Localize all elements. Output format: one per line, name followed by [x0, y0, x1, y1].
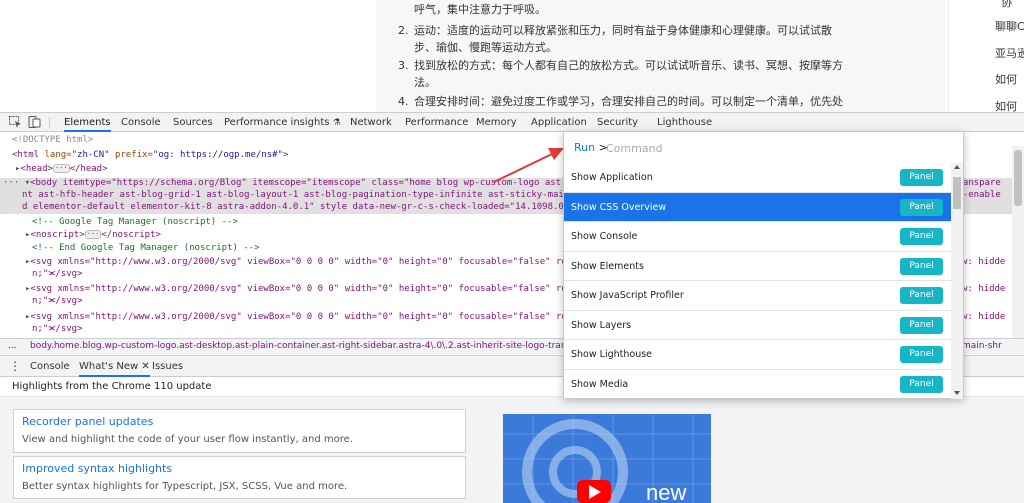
toolbar-separator — [49, 117, 50, 128]
drawer-tab-issues[interactable]: Issues — [152, 356, 183, 377]
command-item[interactable]: Show Elements Panel — [564, 252, 951, 281]
sidebar-link[interactable]: 如何 — [995, 98, 1017, 112]
sidebar-link[interactable]: 亚马逊 — [995, 45, 1024, 61]
dom-comment[interactable]: <!-- Google Tag Manager (noscript) --> — [32, 217, 238, 228]
command-item[interactable]: Show Media Panel — [564, 370, 951, 400]
tab-security[interactable]: Security — [597, 113, 638, 132]
tab-elements[interactable]: Elements — [64, 113, 111, 132]
tab-console[interactable]: Console — [121, 113, 161, 132]
dom-svg-node[interactable]: ▸<svg xmlns="http://www.w3.org/2000/svg"… — [25, 312, 583, 323]
article-line: 4. 合理安排时间：避免过度工作或学习，合理安排自己的时间。可以制定一个清单，优先… — [398, 95, 843, 108]
tab-lighthouse[interactable]: Lighthouse — [657, 113, 712, 132]
devtools-tabbar: Elements Console Sources Performance ins… — [0, 112, 1024, 132]
panel-badge: Panel — [900, 257, 943, 275]
dom-svg-node[interactable]: ▸<svg xmlns="http://www.w3.org/2000/svg"… — [25, 284, 583, 295]
card-description: View and highlight the code of your user… — [22, 434, 353, 445]
panel-badge: Panel — [900, 169, 943, 186]
panel-badge: Panel — [900, 198, 943, 216]
dom-svg-overflow: w: hidde — [962, 257, 1006, 267]
dom-body-node-cont: d elementor-default elementor-kit-8 astr… — [22, 202, 581, 212]
sidebar-link[interactable]: 聊聊C — [995, 18, 1024, 34]
command-item[interactable]: Show Lighthouse Panel — [564, 340, 951, 370]
elements-scrollbar[interactable] — [1012, 146, 1024, 338]
ellipsis-icon: ··· ▾ — [3, 178, 31, 188]
dom-noscript-node[interactable]: ▸<noscript> ··· </noscript> — [25, 230, 161, 241]
panel-badge: Panel — [900, 375, 943, 393]
command-item[interactable]: Show JavaScript Profiler Panel — [564, 281, 951, 311]
ellipsis-icon[interactable]: ··· — [84, 230, 102, 239]
dom-svg-close: </svg> — [50, 324, 83, 334]
command-menu: Run > Show Application Panel Show CSS Ov… — [563, 131, 964, 399]
whats-new-card[interactable]: Recorder panel updates View and highligh… — [13, 409, 466, 453]
drawer-tab-whats-new[interactable]: What's New ✕ — [79, 356, 150, 377]
drawer-menu-icon[interactable]: ⋮ — [9, 356, 21, 377]
command-input[interactable] — [606, 140, 906, 156]
card-title-link[interactable]: Improved syntax highlights — [22, 461, 457, 477]
whats-new-video-thumbnail[interactable]: new — [503, 414, 711, 503]
dom-head-node[interactable]: ▸<head> ··· </head> — [15, 164, 108, 175]
command-item-selected[interactable]: Show CSS Overview Panel — [564, 192, 951, 222]
panel-badge: Panel — [900, 287, 943, 304]
article-line: 呼气，集中注意力于呼吸。 — [414, 3, 546, 16]
dom-comment[interactable]: <!-- End Google Tag Manager (noscript) -… — [32, 243, 260, 254]
sidebar-link[interactable]: 协 — [1001, 0, 1012, 10]
command-list-scrollbar[interactable] — [951, 163, 963, 399]
card-description: Better syntax highlights for Typescript,… — [22, 481, 348, 492]
dom-doctype[interactable]: <!DOCTYPE html> — [12, 135, 93, 146]
panel-badge: Panel — [900, 228, 943, 245]
breadcrumb-next[interactable]: main-shr — [960, 339, 1002, 354]
whats-new-card[interactable]: Improved syntax highlights Better syntax… — [13, 456, 466, 499]
article-line: 法。 — [414, 76, 436, 89]
tab-performance-insights[interactable]: Performance insights ⚗ — [224, 113, 341, 132]
tab-sources[interactable]: Sources — [173, 113, 213, 132]
card-title-link[interactable]: Recorder panel updates — [22, 414, 457, 430]
command-item[interactable]: Show Layers Panel — [564, 311, 951, 340]
scrollbar-thumb[interactable] — [953, 177, 961, 209]
tab-memory[interactable]: Memory — [476, 113, 517, 132]
scroll-down-arrow-icon[interactable] — [954, 391, 960, 395]
tab-network[interactable]: Network — [350, 113, 392, 132]
command-item[interactable]: Show Console Panel — [564, 222, 951, 252]
dom-html-node[interactable]: <html lang="zh-CN" prefix="og: https://o… — [12, 150, 288, 161]
close-icon[interactable]: ✕ — [141, 361, 149, 372]
command-prefix: Run — [574, 141, 596, 154]
article-line: 步、瑜伽、慢跑等运动方式。 — [414, 41, 557, 54]
ellipsis-icon[interactable]: ... — [8, 339, 17, 354]
promo-text: new — [646, 480, 687, 503]
flask-icon: ⚗ — [332, 118, 341, 128]
tab-application[interactable]: Application — [531, 113, 587, 132]
device-toolbar-icon[interactable] — [28, 116, 41, 128]
webpage-viewport: 呼气，集中注意力于呼吸。 2. 运动：适度的运动可以释放紧张和压力，同时有益于身体… — [0, 0, 1024, 112]
command-list: Show Application Panel Show CSS Overview… — [564, 163, 951, 399]
scroll-up-arrow-icon[interactable] — [954, 165, 960, 169]
screen: 呼气，集中注意力于呼吸。 2. 运动：适度的运动可以释放紧张和压力，同时有益于身体… — [0, 0, 1024, 503]
dom-svg-close: </svg> — [50, 269, 83, 279]
sidebar-link[interactable]: 如何 — [995, 71, 1017, 87]
scrollbar-thumb[interactable] — [1014, 150, 1022, 206]
article-line: 3. 找到放松的方式：每个人都有自己的放松方式。可以试试听音乐、读书、冥想、按摩等… — [398, 59, 843, 72]
sidebar-links: 协 聊聊C 亚马逊 如何 如何 — [948, 0, 1024, 112]
inspect-element-icon[interactable] — [9, 116, 22, 128]
dom-svg-overflow: w: hidde — [962, 284, 1006, 294]
drawer-tab-console[interactable]: Console — [30, 356, 70, 377]
article-content: 呼气，集中注意力于呼吸。 2. 运动：适度的运动可以释放紧张和压力，同时有益于身体… — [376, 0, 946, 112]
breadcrumb-body[interactable]: body.home.blog.wp-custom-logo.ast-deskto… — [30, 339, 601, 354]
annotation-arrow — [493, 148, 564, 183]
panel-badge: Panel — [900, 316, 943, 334]
article-line: 2. 运动：适度的运动可以释放紧张和压力，同时有益于身体健康和心理健康。可以试试散 — [398, 24, 832, 37]
dom-svg-node[interactable]: ▸<svg xmlns="http://www.w3.org/2000/svg"… — [25, 257, 583, 268]
dom-svg-overflow: w: hidde — [962, 312, 1006, 322]
tab-performance[interactable]: Performance — [405, 113, 468, 132]
ellipsis-icon[interactable]: ··· — [52, 164, 70, 173]
dom-body-node-cont: nt ast-hfb-header ast-blog-grid-1 ast-bl… — [22, 190, 581, 200]
dom-svg-close: </svg> — [50, 296, 83, 306]
command-item[interactable]: Show Application Panel — [564, 163, 951, 193]
panel-badge: Panel — [900, 346, 943, 363]
